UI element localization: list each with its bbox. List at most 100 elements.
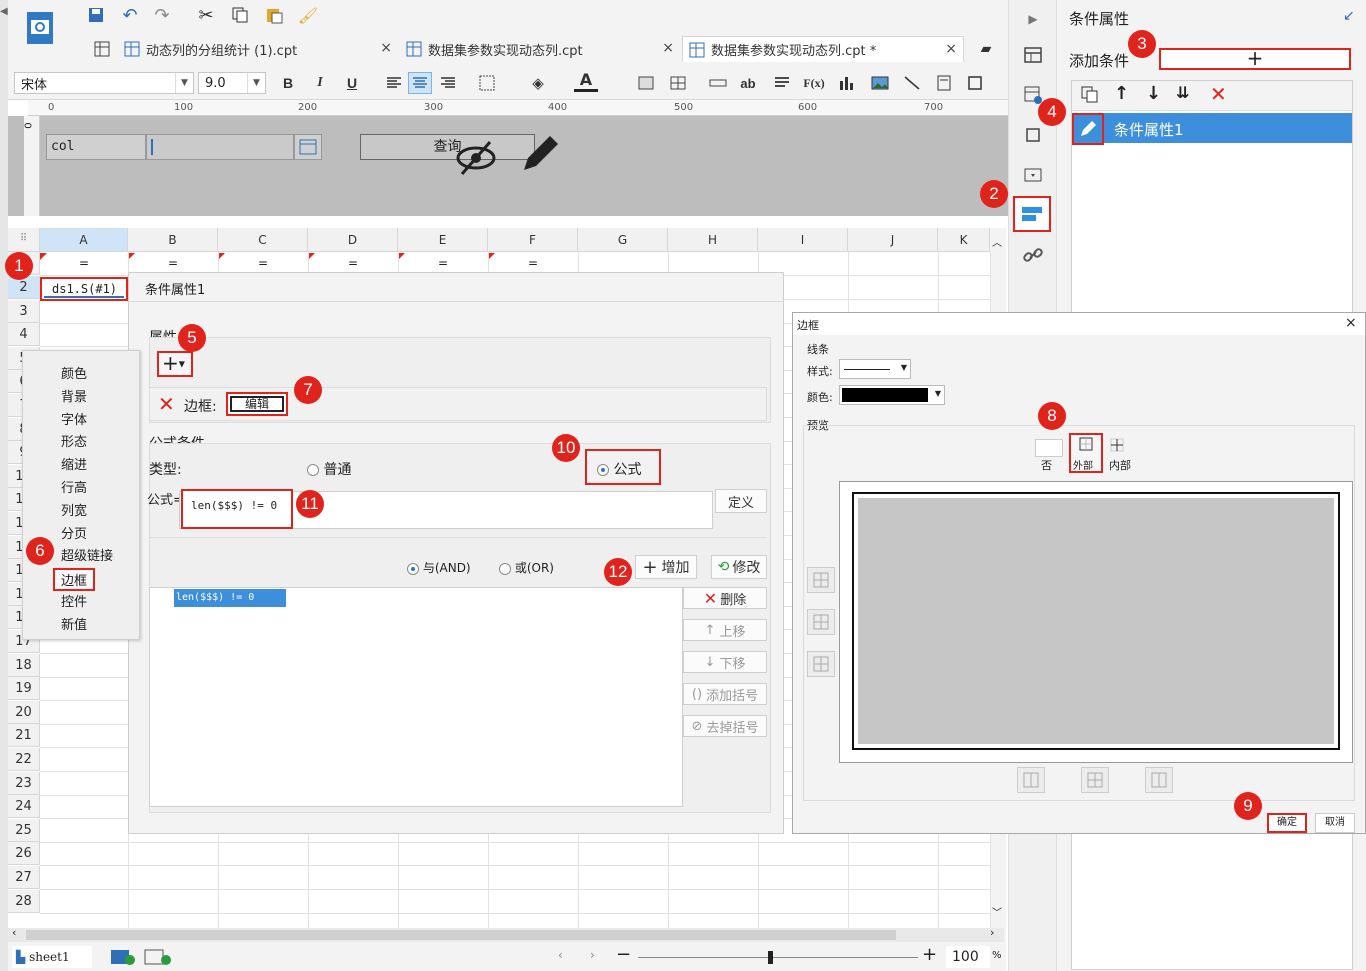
top-border-button[interactable]: [807, 567, 835, 593]
row-header[interactable]: 4: [8, 323, 40, 347]
menu-item[interactable]: 字体: [61, 409, 87, 428]
tab-2[interactable]: 数据集参数实现动态列.cpt ×: [400, 36, 680, 62]
cell-row1[interactable]: =: [398, 254, 488, 272]
font-name-select[interactable]: 宋体 ▼: [14, 72, 194, 94]
zoom-out-button[interactable]: −: [616, 944, 631, 965]
cell-row1[interactable]: =: [40, 254, 128, 272]
row-header[interactable]: 21: [8, 724, 40, 748]
menu-item[interactable]: 列宽: [61, 500, 87, 519]
column-header-e[interactable]: E: [398, 228, 488, 252]
row-header[interactable]: 25: [8, 818, 40, 842]
widget-icon[interactable]: [1019, 162, 1047, 188]
align-right-icon[interactable]: [436, 72, 460, 94]
cancel-button[interactable]: 取消: [1315, 813, 1355, 833]
menu-item[interactable]: 分页: [61, 523, 87, 542]
row-header[interactable]: 19: [8, 677, 40, 701]
column-header-c[interactable]: C: [218, 228, 308, 252]
cell-a2[interactable]: ds1.S(#1): [40, 277, 128, 301]
close-icon[interactable]: ×: [1345, 315, 1357, 331]
bold-button[interactable]: B: [276, 72, 300, 94]
edit-border-button[interactable]: 编辑: [226, 392, 288, 416]
column-header-a[interactable]: A: [40, 228, 128, 252]
chevron-left-icon[interactable]: ◀: [0, 6, 8, 17]
row-header[interactable]: 28: [8, 889, 40, 913]
chevron-left-icon[interactable]: ‹: [12, 926, 16, 939]
delete-icon[interactable]: ✕: [1210, 82, 1227, 106]
column-header-k[interactable]: K: [938, 228, 990, 252]
middle-border-button[interactable]: [807, 609, 835, 635]
border-tool-icon[interactable]: [476, 72, 500, 94]
chevron-right-icon[interactable]: ▶: [1019, 6, 1047, 32]
add-attribute-button[interactable]: +▼: [157, 351, 193, 377]
menu-item[interactable]: 缩进: [61, 454, 87, 473]
define-button[interactable]: 定义: [715, 489, 767, 513]
chevron-down-icon[interactable]: ﹀: [992, 904, 1002, 919]
query-button[interactable]: 查询: [360, 134, 535, 160]
right-border-button[interactable]: [1145, 767, 1173, 793]
add-condition-button[interactable]: +: [1159, 48, 1351, 70]
condition-item-selected[interactable]: 条件属性1: [1072, 113, 1352, 145]
save-icon[interactable]: [84, 4, 108, 26]
move-down-button[interactable]: ↓ 下移: [683, 651, 767, 673]
border-outer-button[interactable]: 外部: [1069, 433, 1103, 473]
align-center-icon[interactable]: [408, 72, 432, 94]
image-icon[interactable]: [868, 72, 892, 94]
menu-item[interactable]: 形态: [61, 431, 87, 450]
remove-attribute-icon[interactable]: ✕: [158, 392, 175, 416]
add-button[interactable]: + 增加: [635, 555, 697, 579]
formula-radio[interactable]: 公式: [585, 449, 661, 485]
undo-icon[interactable]: ↶: [118, 4, 142, 26]
select-all-icon[interactable]: ⠿: [8, 228, 40, 252]
close-icon[interactable]: ×: [380, 40, 392, 56]
align-left-icon[interactable]: [382, 72, 406, 94]
frame-icon[interactable]: [964, 72, 988, 94]
row-header[interactable]: 24: [8, 795, 40, 819]
text-ab-icon[interactable]: ab: [736, 72, 760, 94]
condition-tree-item[interactable]: len($$$) != 0: [174, 589, 286, 607]
arrow-up-icon[interactable]: ↑: [1114, 83, 1129, 104]
formula-icon[interactable]: F(x): [802, 72, 826, 94]
delete-button[interactable]: ✕ 删除: [683, 587, 767, 609]
move-bottom-icon[interactable]: ⇊: [1176, 83, 1189, 102]
bottom-border-button[interactable]: [807, 651, 835, 677]
zoom-slider[interactable]: [638, 951, 918, 964]
chart-icon[interactable]: [834, 72, 858, 94]
tab-menu-icon[interactable]: ▰: [974, 38, 998, 60]
font-color-icon[interactable]: A: [574, 70, 598, 92]
copy-icon[interactable]: [1080, 85, 1100, 108]
zoom-in-button[interactable]: +: [922, 944, 937, 965]
sheet-grid-icon[interactable]: [90, 38, 114, 60]
zoom-input[interactable]: 100: [946, 946, 990, 968]
add-poly-sheet-icon[interactable]: [144, 948, 172, 969]
sheet-tab[interactable]: ▙ sheet1: [12, 946, 92, 968]
column-header-b[interactable]: B: [128, 228, 218, 252]
remove-bracket-button[interactable]: ⊘ 去掉括号: [683, 715, 767, 737]
row-header[interactable]: 3: [8, 299, 40, 323]
menu-item[interactable]: 颜色: [61, 363, 87, 382]
cut-icon[interactable]: ✂: [194, 4, 218, 26]
pencil-icon[interactable]: [1072, 113, 1104, 145]
hyperlink-icon[interactable]: [1019, 242, 1047, 268]
chevron-right-icon[interactable]: ›: [590, 948, 595, 962]
format-brush-icon[interactable]: 🖌: [296, 4, 320, 26]
redo-icon[interactable]: ↷: [150, 4, 174, 26]
menu-item[interactable]: 行高: [61, 477, 87, 496]
row-header[interactable]: 23: [8, 771, 40, 795]
line-color-select[interactable]: ▼: [839, 385, 945, 405]
param-input[interactable]: [146, 134, 294, 160]
row-header[interactable]: 20: [8, 700, 40, 724]
close-icon[interactable]: ×: [662, 40, 674, 56]
row-header[interactable]: 18: [8, 653, 40, 677]
inner-border-icon[interactable]: [1107, 437, 1131, 458]
tab-1[interactable]: 动态列的分组统计 (1).cpt ×: [118, 36, 398, 62]
menu-item[interactable]: 背景: [61, 386, 87, 405]
cell-row1[interactable]: =: [128, 254, 218, 272]
column-header-d[interactable]: D: [308, 228, 398, 252]
column-header-j[interactable]: J: [848, 228, 938, 252]
slash-icon[interactable]: [900, 72, 924, 94]
fill-color-icon[interactable]: ◈: [526, 72, 550, 94]
paragraph-icon[interactable]: [770, 72, 794, 94]
cell-element-icon[interactable]: [1019, 42, 1047, 68]
cell-row1[interactable]: =: [488, 254, 578, 272]
formula-input-value[interactable]: len($$$) != 0: [181, 489, 293, 529]
